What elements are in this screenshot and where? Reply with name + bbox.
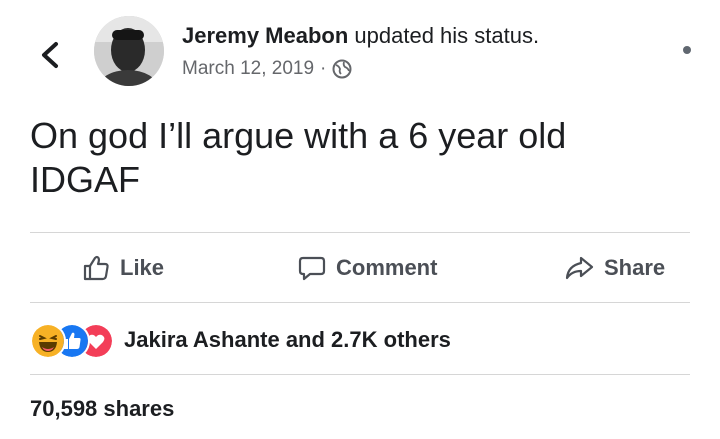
chevron-left-icon [42,42,58,68]
post-meta: March 12, 2019 · [182,56,352,82]
share-arrow-icon [565,256,594,280]
divider [30,232,690,233]
comment-bubble-icon [298,256,326,281]
reaction-icons [30,323,114,359]
post-action-text: updated his status. [348,23,540,48]
post-actions: Like Comment Share [30,236,690,302]
back-button[interactable] [36,40,64,70]
like-label: Like [120,255,165,280]
share-button[interactable]: Share [564,254,665,282]
status-line: IDGAF [30,159,141,200]
comment-label: Comment [336,255,438,280]
status-line: On god I’ll argue with a 6 year old [30,115,567,156]
post-header: Jeremy Meabon updated his status. [182,22,539,50]
avatar[interactable] [94,16,164,86]
divider [30,374,690,375]
post-date[interactable]: March 12, 2019 [182,56,314,82]
facebook-post: Jeremy Meabon updated his status. March … [0,0,720,439]
thumbs-up-icon [83,255,109,281]
reactions-summary[interactable]: Jakira Ashante and 2.7K others [30,322,451,359]
haha-icon [30,323,66,359]
globe-icon [332,59,352,79]
share-count[interactable]: 70,598 shares [30,396,174,422]
more-options-button[interactable] [683,46,691,54]
like-button[interactable]: Like [82,254,164,282]
divider [30,302,690,303]
author-name[interactable]: Jeremy Meabon [182,23,348,48]
avatar-photo [94,16,164,86]
comment-button[interactable]: Comment [298,254,437,282]
share-label: Share [604,255,666,280]
status-text: On god I’ll argue with a 6 year old IDGA… [30,114,690,202]
meta-separator: · [320,58,327,79]
reactions-summary-text: Jakira Ashante and 2.7K others [124,327,451,352]
